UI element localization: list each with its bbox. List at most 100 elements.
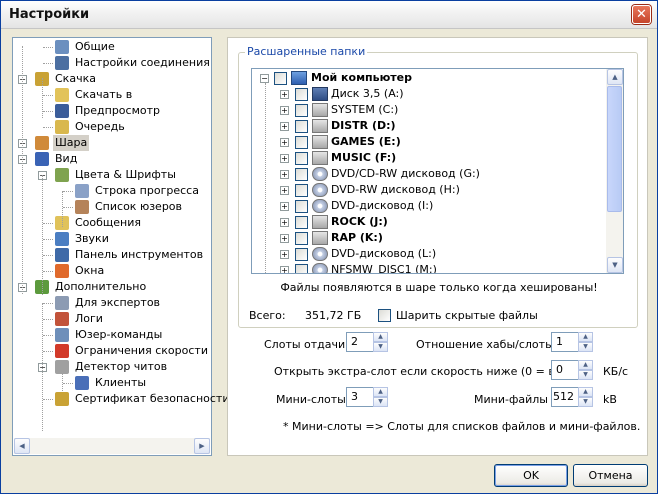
shared-folders-group: Расшаренные папки ▲ ▼ − Мой компьютер + Дис… (238, 45, 638, 328)
folder-checkbox[interactable] (295, 120, 308, 133)
total-label: Всего: (249, 309, 286, 322)
spin-up-icon[interactable]: ▲ (578, 332, 593, 342)
users-icon (55, 40, 69, 54)
tree-item-label: Дополнительно (55, 280, 147, 293)
spin-up-icon[interactable]: ▲ (373, 332, 388, 342)
expand-icon[interactable]: + (280, 234, 289, 243)
hdd-icon (312, 135, 328, 149)
tree-item-label: Общие (75, 40, 115, 53)
expand-icon[interactable]: + (280, 218, 289, 227)
folder-row[interactable]: + MUSIC (F:) (252, 150, 606, 166)
folder-checkbox[interactable] (295, 232, 308, 245)
tree-item-label: Окна (75, 264, 105, 277)
extra-slot-spinner[interactable]: ▲ ▼ (578, 360, 593, 380)
spin-down-icon[interactable]: ▼ (373, 342, 388, 352)
folder-checkbox[interactable] (295, 248, 308, 261)
tree-item[interactable]: − Шара (13, 135, 209, 151)
spin-up-icon[interactable]: ▲ (578, 360, 593, 370)
spin-down-icon[interactable]: ▼ (373, 397, 388, 407)
mini-slots-input[interactable]: 3 (346, 387, 374, 407)
expand-icon[interactable]: + (280, 202, 289, 211)
expand-icon[interactable]: + (280, 266, 289, 273)
folder-label: DVD-дисковод (L:) (331, 247, 437, 260)
tree-connector (43, 95, 53, 96)
expand-icon[interactable]: + (280, 154, 289, 163)
tree-item-label: Цвета & Шрифты (75, 168, 176, 181)
folder-row[interactable]: + ROCK (J:) (252, 214, 606, 230)
folder-row[interactable]: + DVD-RW дисковод (H:) (252, 182, 606, 198)
ok-button[interactable]: OK (494, 464, 568, 487)
tree-item[interactable]: Общие (13, 39, 209, 55)
network-icon (55, 56, 69, 70)
scroll-right-icon[interactable]: ▶ (194, 438, 210, 454)
expand-icon[interactable]: + (280, 122, 289, 131)
scroll-up-icon[interactable]: ▲ (607, 69, 623, 85)
user-icon (75, 200, 89, 214)
folder-checkbox[interactable] (274, 72, 287, 85)
expand-icon[interactable]: + (280, 138, 289, 147)
expand-icon[interactable]: + (280, 90, 289, 99)
cd-icon (312, 183, 328, 197)
folder-row[interactable]: + GAMES (E:) (252, 134, 606, 150)
tree-item[interactable]: − Вид (13, 151, 209, 167)
tree-connector (43, 399, 53, 400)
folder-row[interactable]: + DVD-дисковод (I:) (252, 198, 606, 214)
scroll-left-icon[interactable]: ◀ (14, 438, 30, 454)
folder-checkbox[interactable] (295, 104, 308, 117)
spin-down-icon[interactable]: ▼ (578, 397, 593, 407)
spin-down-icon[interactable]: ▼ (578, 370, 593, 380)
folder-row[interactable]: + DISTR (D:) (252, 118, 606, 134)
scrollbar-thumb[interactable] (607, 86, 622, 212)
hdd-icon (312, 231, 328, 245)
expand-icon[interactable]: + (280, 186, 289, 195)
upload-slots-spinner[interactable]: ▲ ▼ (373, 332, 388, 352)
folder-row[interactable]: + Диск 3,5 (A:) (252, 86, 606, 102)
mini-files-input[interactable]: 512 (551, 387, 579, 407)
expand-icon[interactable]: + (280, 106, 289, 115)
tree-connector (43, 63, 53, 64)
hub-ratio-spinner[interactable]: ▲ ▼ (578, 332, 593, 352)
scroll-down-icon[interactable]: ▼ (607, 257, 623, 273)
tree-item-label: Сертификат безопасности (75, 392, 230, 405)
folder-checkbox[interactable] (295, 264, 308, 273)
tree-item[interactable]: Настройки соединения (13, 55, 210, 71)
folder-checkbox[interactable] (295, 136, 308, 149)
mini-slots-spinner[interactable]: ▲ ▼ (373, 387, 388, 407)
mini-files-spinner[interactable]: ▲ ▼ (578, 387, 593, 407)
upload-slots-input[interactable]: 2 (346, 332, 374, 352)
tree-horizontal-scrollbar[interactable]: ◀ ▶ (14, 438, 210, 454)
folder-checkbox[interactable] (295, 184, 308, 197)
cancel-button[interactable]: Отмена (573, 464, 648, 487)
shared-folders-group-title: Расшаренные папки (245, 45, 368, 58)
folder-row-root[interactable]: − Мой компьютер (252, 70, 606, 86)
folder-label: NFSMW_DISC1 (M:) (331, 263, 437, 274)
folder-row[interactable]: + RAP (K:) (252, 230, 606, 246)
share-hidden-checkbox[interactable] (378, 309, 391, 322)
spin-down-icon[interactable]: ▼ (578, 342, 593, 352)
folder-checkbox[interactable] (295, 168, 308, 181)
shared-folders-tree[interactable]: ▲ ▼ − Мой компьютер + Диск 3,5 (A:) + SYSTEM … (251, 68, 624, 274)
folder-row[interactable]: + DVD/CD-RW дисковод (G:) (252, 166, 606, 182)
floppy-icon (312, 87, 328, 101)
folders-vertical-scrollbar[interactable]: ▲ ▼ (606, 69, 623, 273)
tree-connector (63, 383, 73, 384)
spin-up-icon[interactable]: ▲ (578, 387, 593, 397)
collapse-icon[interactable]: − (260, 74, 269, 83)
hub-ratio-input[interactable]: 1 (551, 332, 579, 352)
folder-checkbox[interactable] (295, 216, 308, 229)
folder-checkbox[interactable] (295, 152, 308, 165)
spin-up-icon[interactable]: ▲ (373, 387, 388, 397)
folder-checkbox[interactable] (295, 200, 308, 213)
folder-checkbox[interactable] (295, 88, 308, 101)
close-icon[interactable]: ✕ (632, 5, 651, 24)
settings-tree[interactable]: Общие Настройки соединения − Скачка Скачать … (12, 37, 229, 456)
share-hidden-label[interactable]: Шарить скрытые файлы (396, 309, 538, 322)
expand-icon[interactable]: + (280, 170, 289, 179)
folder-row[interactable]: + SYSTEM (C:) (252, 102, 606, 118)
extra-slot-input[interactable]: 0 (551, 360, 579, 380)
tree-item[interactable]: Очередь (13, 119, 209, 135)
progress-icon (75, 184, 89, 198)
expand-icon[interactable]: + (280, 250, 289, 259)
folder-row[interactable]: + NFSMW_DISC1 (M:) (252, 262, 606, 274)
folder-row[interactable]: + DVD-дисковод (L:) (252, 246, 606, 262)
